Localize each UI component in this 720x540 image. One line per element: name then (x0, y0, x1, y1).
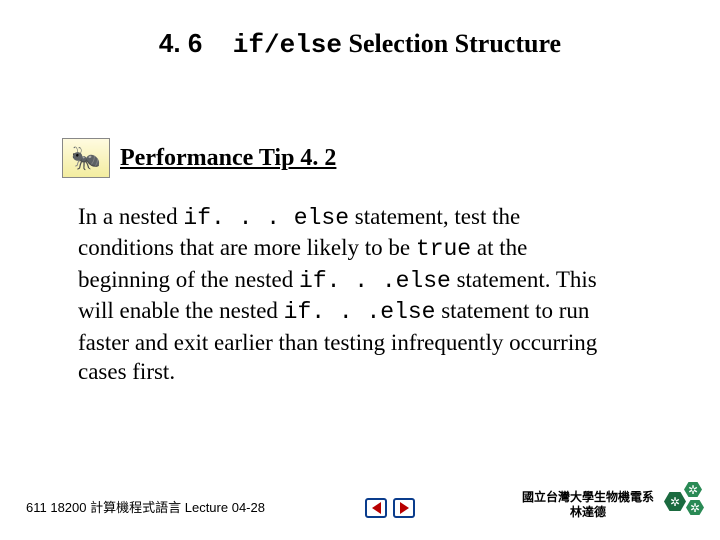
lecture-label: Lecture 04-28 (181, 500, 265, 515)
body-c1: if. . . else (183, 205, 349, 231)
gear-icon: ✲ (670, 496, 680, 508)
heading-code: if/else (233, 30, 342, 60)
footer: 611 18200 計算機程式語言 Lecture 04-28 國立台灣大學生物… (0, 482, 720, 522)
gear-icon: ✲ (688, 484, 698, 496)
nav-controls (365, 498, 415, 518)
affiliation-line2: 林達德 (522, 505, 654, 520)
triangle-left-icon (372, 502, 381, 514)
heading-rest: Selection Structure (342, 29, 561, 58)
prev-button[interactable] (365, 498, 387, 518)
body-t1: In a nested (78, 204, 183, 229)
body-c3: if. . .else (299, 268, 451, 294)
hexagon-icon: ✲ (664, 492, 686, 511)
body-c2: true (416, 236, 471, 262)
body-paragraph: In a nested if. . . else statement, test… (78, 202, 618, 387)
body-c4: if. . .else (284, 299, 436, 325)
tip-row: 🐜 Performance Tip 4. 2 (62, 138, 336, 178)
footer-left: 611 18200 計算機程式語言 Lecture 04-28 (26, 497, 265, 516)
ant-glyph: 🐜 (71, 144, 101, 173)
triangle-right-icon (400, 502, 409, 514)
section-number: 4. 6 (159, 28, 202, 58)
course-code: 611 18200 (26, 500, 90, 515)
slide-heading: 4. 6 if/else Selection Structure (0, 28, 720, 60)
next-button[interactable] (393, 498, 415, 518)
course-cjk: 計算機程式語言 (90, 500, 181, 515)
slide: { "heading": { "section_number": "4. 6",… (0, 0, 720, 540)
ant-icon: 🐜 (62, 138, 110, 178)
affiliation-line1: 國立台灣大學生物機電系 (522, 490, 654, 505)
footer-affiliation: 國立台灣大學生物機電系 林達德 (522, 490, 654, 520)
hexagon-icon: ✲ (686, 500, 704, 515)
logo-icon: ✲ ✲ ✲ (664, 482, 706, 520)
tip-title: Performance Tip 4. 2 (120, 145, 336, 172)
hexagon-icon: ✲ (684, 482, 702, 497)
gear-icon: ✲ (690, 502, 700, 514)
